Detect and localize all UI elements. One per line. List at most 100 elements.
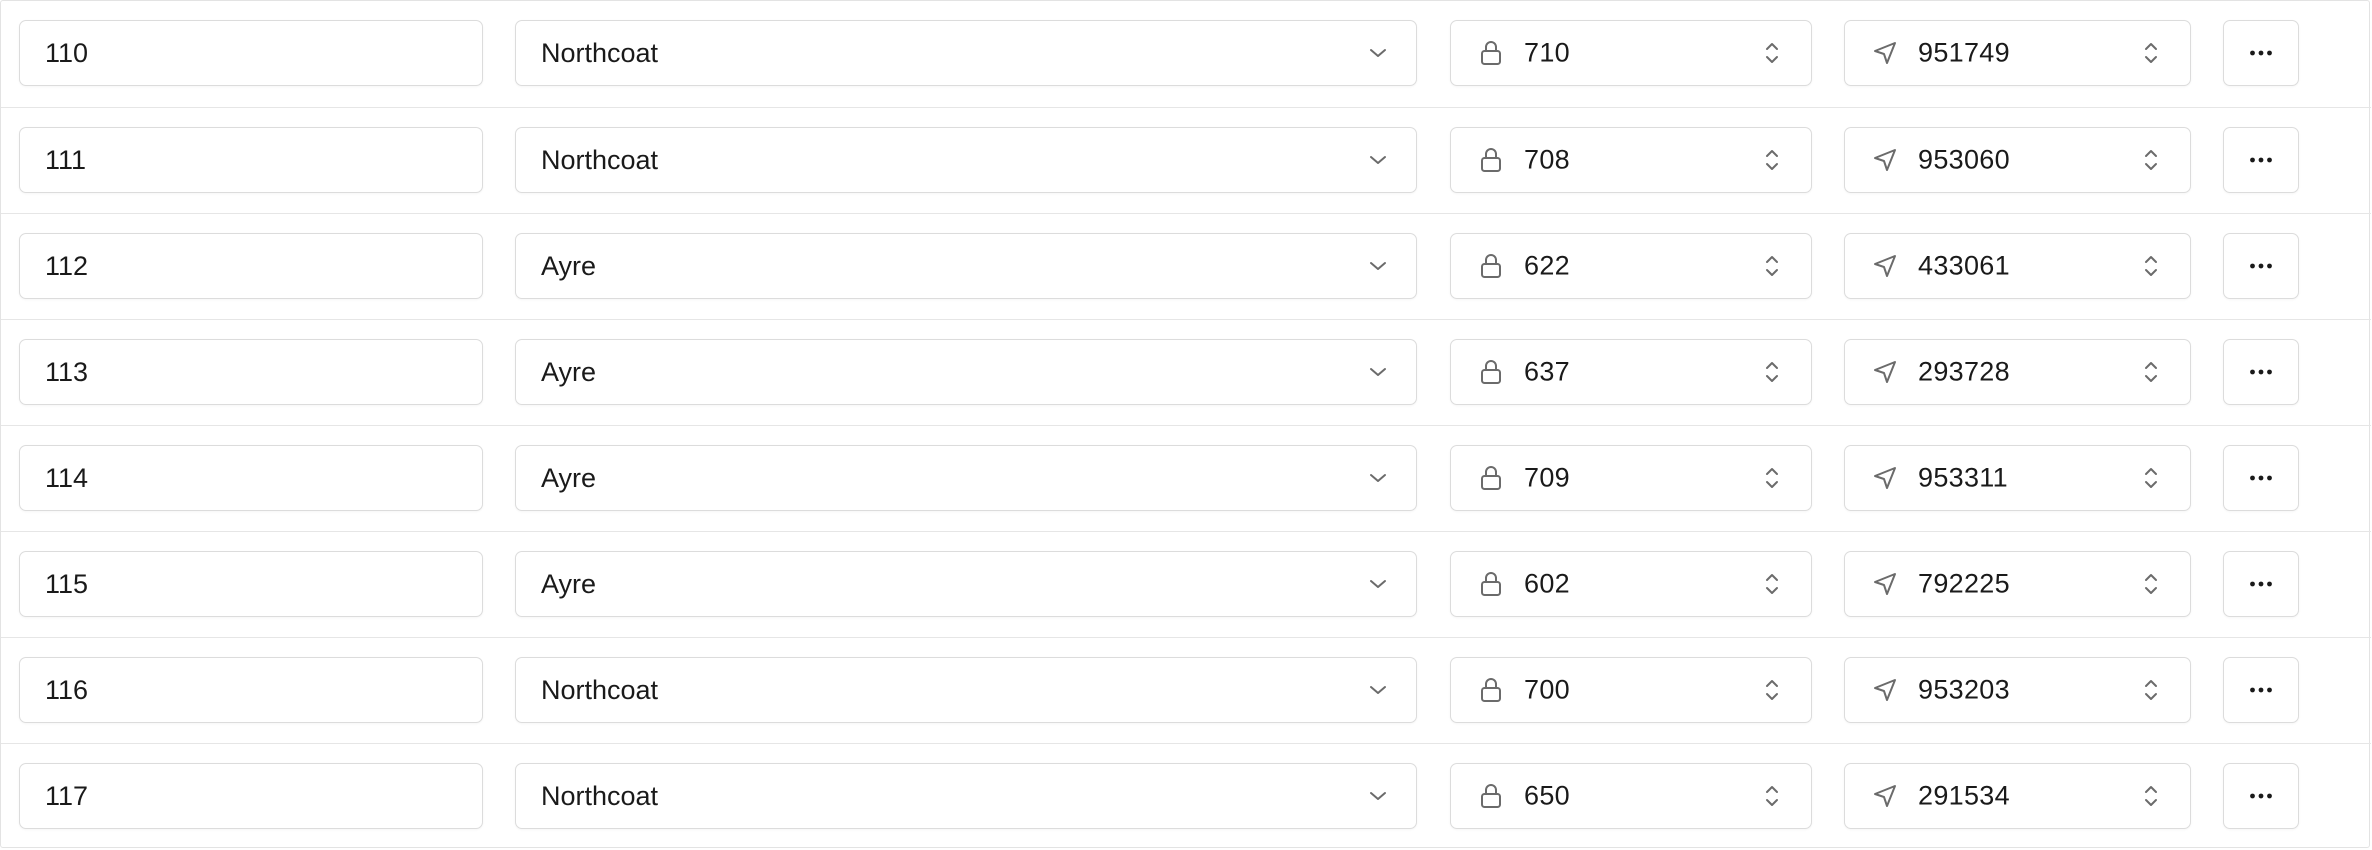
code-stepper[interactable]: 650 [1450, 763, 1812, 829]
chevron-up-down-icon[interactable] [2143, 571, 2159, 597]
more-actions-button[interactable] [2223, 20, 2299, 86]
chevron-up-down-icon[interactable] [2143, 783, 2159, 809]
chevron-up-down-icon[interactable] [2143, 40, 2159, 66]
id-field[interactable]: 111 [19, 127, 483, 193]
table-row: 116 Northcoat 700 953203 [1, 637, 2371, 743]
lock-icon [1481, 678, 1501, 702]
location-select[interactable]: Ayre [515, 233, 1417, 299]
coordinate-stepper[interactable]: 792225 [1844, 551, 2191, 617]
coordinate-stepper[interactable]: 293728 [1844, 339, 2191, 405]
navigation-arrow-icon [1874, 255, 1896, 277]
coordinate-stepper[interactable]: 953203 [1844, 657, 2191, 723]
chevron-up-down-icon[interactable] [2143, 359, 2159, 385]
table-row: 117 Northcoat 650 291534 [1, 743, 2371, 849]
id-field[interactable]: 115 [19, 551, 483, 617]
id-value: 115 [45, 568, 89, 599]
more-actions-button[interactable] [2223, 551, 2299, 617]
chevron-up-down-icon[interactable] [1764, 465, 1780, 491]
code-stepper[interactable]: 710 [1450, 20, 1812, 86]
navigation-arrow-icon [1874, 42, 1896, 64]
code-stepper[interactable]: 700 [1450, 657, 1812, 723]
id-field[interactable]: 117 [19, 763, 483, 829]
coordinate-stepper[interactable]: 433061 [1844, 233, 2191, 299]
chevron-down-icon [1370, 474, 1386, 482]
more-horizontal-icon [2250, 793, 2272, 799]
chevron-down-icon [1370, 49, 1386, 57]
navigation-arrow-icon [1874, 785, 1896, 807]
navigation-arrow-icon [1874, 361, 1896, 383]
code-value: 700 [1524, 674, 1570, 705]
code-stepper[interactable]: 602 [1450, 551, 1812, 617]
coordinate-value: 792225 [1918, 568, 2010, 599]
id-field[interactable]: 116 [19, 657, 483, 723]
chevron-up-down-icon[interactable] [1764, 359, 1780, 385]
data-table: 110 Northcoat 710 951749 111 Northcoat 7… [0, 0, 2371, 849]
more-horizontal-icon [2250, 263, 2272, 269]
id-field[interactable]: 113 [19, 339, 483, 405]
id-value: 116 [45, 674, 89, 705]
lock-icon [1481, 784, 1501, 808]
location-select[interactable]: Northcoat [515, 127, 1417, 193]
location-value: Ayre [541, 250, 597, 281]
table-row: 115 Ayre 602 792225 [1, 531, 2371, 637]
coordinate-value: 291534 [1918, 780, 2010, 811]
code-stepper[interactable]: 637 [1450, 339, 1812, 405]
id-field[interactable]: 114 [19, 445, 483, 511]
chevron-down-icon [1370, 580, 1386, 588]
id-field[interactable]: 112 [19, 233, 483, 299]
more-actions-button[interactable] [2223, 657, 2299, 723]
coordinate-stepper[interactable]: 951749 [1844, 20, 2191, 86]
coordinate-value: 951749 [1918, 37, 2010, 68]
more-horizontal-icon [2250, 687, 2272, 693]
table-row: 110 Northcoat 710 951749 [1, 1, 2371, 107]
id-value: 110 [45, 37, 89, 68]
coordinate-value: 953060 [1918, 144, 2010, 175]
location-select[interactable]: Ayre [515, 339, 1417, 405]
code-stepper[interactable]: 708 [1450, 127, 1812, 193]
id-field[interactable]: 110 [19, 20, 483, 86]
more-horizontal-icon [2250, 157, 2272, 163]
chevron-up-down-icon[interactable] [1764, 571, 1780, 597]
more-horizontal-icon [2250, 475, 2272, 481]
location-value: Ayre [541, 462, 597, 493]
coordinate-value: 953203 [1918, 674, 2010, 705]
location-select[interactable]: Northcoat [515, 763, 1417, 829]
more-actions-button[interactable] [2223, 233, 2299, 299]
location-value: Ayre [541, 568, 597, 599]
location-select[interactable]: Ayre [515, 445, 1417, 511]
code-stepper[interactable]: 622 [1450, 233, 1812, 299]
more-horizontal-icon [2250, 369, 2272, 375]
lock-icon [1481, 148, 1501, 172]
code-stepper[interactable]: 709 [1450, 445, 1812, 511]
location-select[interactable]: Northcoat [515, 20, 1417, 86]
more-horizontal-icon [2250, 581, 2272, 587]
coordinate-stepper[interactable]: 953060 [1844, 127, 2191, 193]
code-value: 602 [1524, 568, 1570, 599]
chevron-up-down-icon[interactable] [2143, 677, 2159, 703]
location-select[interactable]: Northcoat [515, 657, 1417, 723]
navigation-arrow-icon [1874, 573, 1896, 595]
more-actions-button[interactable] [2223, 445, 2299, 511]
coordinate-value: 293728 [1918, 356, 2010, 387]
location-value: Northcoat [541, 780, 659, 811]
code-value: 637 [1524, 356, 1570, 387]
chevron-up-down-icon[interactable] [2143, 253, 2159, 279]
chevron-up-down-icon[interactable] [1764, 783, 1780, 809]
more-actions-button[interactable] [2223, 339, 2299, 405]
id-value: 117 [45, 780, 89, 811]
location-value: Northcoat [541, 674, 659, 705]
location-select[interactable]: Ayre [515, 551, 1417, 617]
chevron-up-down-icon[interactable] [2143, 147, 2159, 173]
coordinate-stepper[interactable]: 291534 [1844, 763, 2191, 829]
chevron-up-down-icon[interactable] [1764, 147, 1780, 173]
lock-icon [1481, 572, 1501, 596]
more-actions-button[interactable] [2223, 763, 2299, 829]
lock-icon [1481, 41, 1501, 65]
coordinate-stepper[interactable]: 953311 [1844, 445, 2191, 511]
chevron-up-down-icon[interactable] [1764, 253, 1780, 279]
more-actions-button[interactable] [2223, 127, 2299, 193]
chevron-up-down-icon[interactable] [1764, 677, 1780, 703]
chevron-up-down-icon[interactable] [1764, 40, 1780, 66]
location-value: Northcoat [541, 37, 659, 68]
chevron-up-down-icon[interactable] [2143, 465, 2159, 491]
